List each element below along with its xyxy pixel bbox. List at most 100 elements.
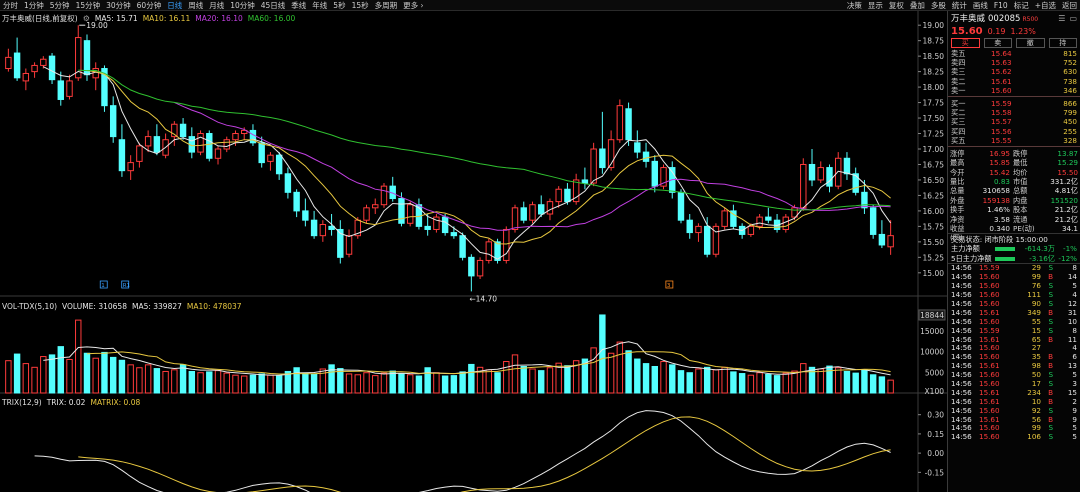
period-tab-14[interactable]: 15秒 (349, 0, 372, 10)
ask-book: 卖五 15.64 815 卖四 15.63 752 卖三 15.62 630 卖二 15.61 738… (948, 49, 1080, 95)
period-tab-10[interactable]: 45日线 (258, 0, 289, 10)
period-tab-13[interactable]: 5秒 (330, 0, 348, 10)
price-tick-label: 19.00 (923, 21, 945, 30)
period-tab-8[interactable]: 月线 (206, 0, 227, 10)
trix-tick-label: 0.00 (927, 449, 944, 458)
trade-tab-1[interactable]: 卖 (983, 38, 1012, 48)
asks-row[interactable]: 卖三 15.62 630 (948, 67, 1080, 76)
toolbar-action-2[interactable]: 复权 (886, 0, 907, 10)
bids-row[interactable]: 买五 15.55 328 (948, 136, 1080, 145)
volume-bar (817, 368, 824, 394)
candle-body (546, 201, 554, 215)
period-tab-16[interactable]: 更多 › (400, 0, 426, 10)
trade-tab-2[interactable]: 撤 (1016, 38, 1045, 48)
candle-body (590, 148, 597, 184)
volume-bar (747, 374, 755, 394)
book-volume: 630 (1063, 67, 1077, 77)
period-toolbar: 分时 1分钟 5分钟 15分钟 30分钟 60分钟 日线 周线 月线 10分钟 45日线 季线 年线 5秒… (0, 0, 1080, 11)
fund-flow-pct: -1% (1063, 244, 1077, 254)
volume-bar (109, 356, 117, 394)
book-level-label: 买四 (951, 126, 966, 136)
candle-body (13, 52, 21, 79)
asks-row[interactable]: 卖四 15.63 752 (948, 58, 1080, 67)
period-tab-0[interactable]: 分时 (0, 0, 21, 10)
volume-bar (258, 373, 265, 394)
period-tab-12[interactable]: 年线 (309, 0, 330, 10)
period-tab-11[interactable]: 季线 (288, 0, 309, 10)
fund-flow-row[interactable]: 主力净额 -614.3万 -1% (948, 244, 1080, 254)
tick-time: 14:56 (951, 432, 972, 442)
toolbar-action-6[interactable]: 画线 (970, 0, 991, 10)
toolbar-action-7[interactable]: F10 (991, 0, 1011, 10)
stat-value: 15.85 (989, 158, 1010, 168)
volume-tick-label: 18844 (920, 311, 944, 320)
toolbar-action-1[interactable]: 显示 (865, 0, 886, 10)
ma-labels-item: MA10: 16.11 (142, 14, 191, 23)
trix-labels-item: MATRIX: 0.08 (90, 398, 141, 407)
asks-row[interactable]: 卖二 15.61 738 (948, 77, 1080, 86)
volume-bar (363, 372, 370, 394)
fund-flow-row[interactable]: 5日主力净额 -3.16亿 -12% (948, 254, 1080, 264)
candle-body (843, 157, 851, 175)
period-tab-4[interactable]: 30分钟 (103, 0, 134, 10)
stat-value: 1.46% (987, 205, 1010, 215)
list-icon[interactable]: ☰ (1058, 14, 1065, 23)
trade-tab-0[interactable]: 买 (951, 38, 980, 48)
candle-body (450, 232, 458, 237)
toolbar-action-10[interactable]: 返回 (1059, 0, 1080, 10)
stat-value: 21.2亿 (1054, 214, 1078, 224)
toolbar-action-0[interactable]: 决策 (844, 0, 865, 10)
period-tab-5[interactable]: 60分钟 (134, 0, 165, 10)
price-tick-label: 15.50 (923, 238, 945, 247)
toolbar-action-5[interactable]: 统计 (949, 0, 970, 10)
candle-body (398, 198, 405, 224)
book-volume: 815 (1063, 49, 1077, 58)
period-tab-6[interactable]: 日线 (164, 0, 185, 10)
bids-row[interactable]: 买三 15.57 450 (948, 117, 1080, 126)
period-tab-9[interactable]: 10分钟 (227, 0, 258, 10)
asks-row[interactable]: 卖五 15.64 815 (948, 49, 1080, 58)
toolbar-action-9[interactable]: +自选 (1032, 0, 1059, 10)
price-tick-label: 18.25 (923, 68, 945, 77)
price-change-pct: 1.23% (1010, 26, 1036, 36)
volume-bar (843, 370, 851, 394)
candle-body (144, 136, 152, 147)
toolbar-action-4[interactable]: 多股 (928, 0, 949, 10)
candle-body (747, 225, 755, 235)
fund-flow-label: 主力净额 (951, 244, 980, 254)
bids-row[interactable]: 买四 15.56 255 (948, 127, 1080, 136)
book-volume: 328 (1063, 135, 1077, 145)
trade-status: 交易状态: 闭市阶段 15:00:00 (948, 233, 1080, 244)
candle-body (275, 154, 283, 175)
toolbar-action-3[interactable]: 叠加 (907, 0, 928, 10)
volume-bar (660, 361, 667, 394)
asks-row[interactable]: 卖一 15.60 346 (948, 86, 1080, 95)
candle-body (817, 167, 824, 181)
volume-bar (677, 370, 685, 394)
period-tab-3[interactable]: 15分钟 (73, 0, 104, 10)
bids-row[interactable]: 买一 15.59 866 (948, 99, 1080, 108)
chart-area[interactable]: 19.00 18.75 18.50 18.25 18.00 17.75 17.50 17.25… (0, 11, 947, 492)
period-tab-2[interactable]: 5分钟 (47, 0, 73, 10)
tick-list[interactable]: 14:56 15.59 29 S 8 14:56 15.60 99 B 14 14:56 15.60 7… (948, 263, 1080, 442)
candle-body (372, 204, 379, 209)
trade-tab-3[interactable]: 持 (1048, 38, 1077, 48)
volume-bar (398, 373, 405, 394)
volume-bar (738, 373, 746, 394)
fund-flow-value: -3.16亿 (1029, 253, 1055, 263)
book-volume: 255 (1063, 126, 1077, 136)
collapse-icon[interactable]: ▭ (1069, 14, 1077, 23)
candle-body (441, 216, 449, 234)
vol-labels-item: VOLUME: 310658 (62, 302, 127, 311)
volume-bar (22, 363, 30, 394)
period-tab-1[interactable]: 1分钟 (21, 0, 47, 10)
event-mark-label: R1 (123, 283, 130, 289)
bids-row[interactable]: 买二 15.58 799 (948, 108, 1080, 117)
fund-flows: 主力净额 -614.3万 -1% 5日主力净额 -3.16亿 -12% (948, 244, 1080, 263)
gear-icon[interactable]: ⚙ (83, 14, 90, 23)
stock-chart-svg[interactable]: 19.00 18.75 18.50 18.25 18.00 17.75 17.50 17.25… (0, 11, 947, 492)
period-tab-15[interactable]: 多周期 (372, 0, 401, 10)
price-tick-label: 17.00 (923, 145, 945, 154)
period-tab-7[interactable]: 周线 (185, 0, 206, 10)
toolbar-action-8[interactable]: 标记 (1011, 0, 1032, 10)
